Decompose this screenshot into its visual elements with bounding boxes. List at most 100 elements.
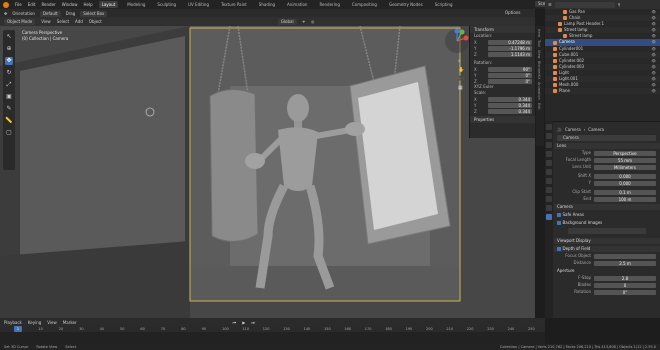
menu-window[interactable]: Window <box>62 2 78 7</box>
tab-view[interactable]: View <box>537 50 541 58</box>
camera-section-header[interactable]: Camera <box>554 204 660 210</box>
workspace-tab-rendering[interactable]: Rendering <box>316 1 342 8</box>
camera-view-icon[interactable]: 🎥 <box>458 76 466 82</box>
tab-tool[interactable]: Tool <box>537 40 541 47</box>
timeline-ruler[interactable]: 0102030405060708090100110120130140150160… <box>0 326 545 332</box>
object-tab-icon[interactable] <box>546 178 552 184</box>
select-tool-icon[interactable]: ↖ <box>5 33 13 41</box>
workspace-tab-shading[interactable]: Shading <box>256 1 278 8</box>
transform-tool-icon[interactable]: ▣ <box>5 93 13 101</box>
workspace-tab-texture-paint[interactable]: Texture Paint <box>218 1 250 8</box>
zoom-icon[interactable]: ⌕ <box>458 58 466 64</box>
type-dropdown[interactable]: Perspective <box>594 150 656 156</box>
focus-object-field[interactable] <box>594 253 656 259</box>
tab-animation[interactable]: Animation <box>537 82 541 100</box>
scale-y-field[interactable]: 0.344 <box>488 102 532 108</box>
navigation-gizmo[interactable] <box>444 28 470 54</box>
proportional-editing-icon[interactable]: ◎ <box>311 19 315 24</box>
tool-properties-tab-icon[interactable] <box>546 124 552 130</box>
aperture-label[interactable]: Aperture <box>554 268 660 274</box>
workspace-tab-sculpting[interactable]: Sculpting <box>154 1 179 8</box>
visibility-eye-icon[interactable]: 👁 <box>652 88 656 94</box>
object-mode-dropdown[interactable]: Object Mode <box>4 18 36 25</box>
rotation-x-field[interactable]: 90° <box>488 66 532 72</box>
fstop-field[interactable]: 2.8 <box>594 275 656 281</box>
menu-view[interactable]: View <box>47 320 57 325</box>
rotate-tool-icon[interactable]: ↻ <box>5 69 13 77</box>
rotation-y-field[interactable]: 0° <box>488 72 532 78</box>
menu-object[interactable]: Object <box>89 19 102 24</box>
workspace-tab-animation[interactable]: Animation <box>284 1 310 8</box>
add-cube-tool-icon[interactable]: ▢ <box>5 129 13 137</box>
dof-checkbox[interactable] <box>557 247 561 251</box>
lens-section-header[interactable]: Lens <box>554 143 660 149</box>
transform-global-dropdown[interactable]: Global <box>277 18 297 25</box>
background-images-checkbox[interactable] <box>557 221 561 225</box>
physics-tab-icon[interactable] <box>546 196 552 202</box>
menu-keying[interactable]: Keying <box>28 320 41 325</box>
workspace-tab-modeling[interactable]: Modeling <box>124 1 148 8</box>
world-tab-icon[interactable] <box>546 169 552 175</box>
add-image-button[interactable] <box>568 228 646 234</box>
scene-tab-icon[interactable] <box>546 160 552 166</box>
blender-logo-icon[interactable] <box>3 1 9 8</box>
focal-length-field[interactable]: 55 mm <box>594 157 656 163</box>
snap-icon[interactable]: ⌖ <box>303 19 305 24</box>
shift-x-field[interactable]: 0.000 <box>594 173 656 179</box>
play-icon[interactable]: ▶ <box>242 320 245 325</box>
output-properties-tab-icon[interactable] <box>546 142 552 148</box>
scale-z-field[interactable]: 0.344 <box>488 108 532 114</box>
cursor-tool-icon[interactable]: ⊕ <box>5 45 13 53</box>
outliner-row[interactable]: Plane 👁 <box>545 88 660 95</box>
rotation-field[interactable]: 0° <box>594 289 656 295</box>
menu-file[interactable]: File <box>15 2 22 7</box>
lens-unit-dropdown[interactable]: Millimeters <box>594 164 656 170</box>
menu-playback[interactable]: Playback <box>4 320 22 325</box>
outliner-search-input[interactable] <box>554 1 615 8</box>
properties-section-header[interactable]: Properties <box>470 116 535 123</box>
workspace-tab-scripting[interactable]: Scripting <box>432 1 456 8</box>
menu-edit[interactable]: Edit <box>28 2 36 7</box>
rotation-z-field[interactable]: 0° <box>488 78 532 84</box>
menu-render[interactable]: Render <box>41 2 55 7</box>
menu-add[interactable]: Add <box>75 19 83 24</box>
jump-start-icon[interactable]: ⏮ <box>233 320 237 325</box>
clip-start-field[interactable]: 0.1 m <box>594 189 656 195</box>
3d-viewport[interactable] <box>0 26 535 318</box>
location-y-field[interactable]: -1.1796 m <box>488 45 532 51</box>
viewport-display-header[interactable]: Viewport Display <box>554 238 660 244</box>
camera-data-tab-icon[interactable] <box>546 214 552 220</box>
workspace-tab-geometry-nodes[interactable]: Geometry Nodes <box>386 1 426 8</box>
menu-help[interactable]: Help <box>83 2 92 7</box>
move-tool-icon[interactable]: ✥ <box>4 11 7 16</box>
tab-edit[interactable]: Edit <box>537 103 541 110</box>
transform-section-header[interactable]: Transform <box>470 26 535 33</box>
orientation-dropdown[interactable]: Default <box>39 10 61 17</box>
view-layer-tab-icon[interactable] <box>546 151 552 157</box>
measure-tool-icon[interactable]: 📏 <box>5 117 13 125</box>
location-x-field[interactable]: 0.47248 m <box>488 39 532 45</box>
annotate-tool-icon[interactable]: ✎ <box>5 105 13 113</box>
drag-dropdown[interactable]: Select Box <box>80 10 108 17</box>
camera-name-field[interactable]: Camera <box>557 135 656 141</box>
safe-areas-checkbox[interactable] <box>557 213 561 217</box>
current-frame-playhead[interactable]: 1 <box>14 326 22 332</box>
tab-item[interactable]: Item <box>537 29 541 37</box>
menu-marker[interactable]: Marker <box>63 320 77 325</box>
shift-y-field[interactable]: 0.000 <box>594 180 656 186</box>
modifier-tab-icon[interactable] <box>546 187 552 193</box>
clip-end-field[interactable]: 100 m <box>594 196 656 202</box>
workspace-tab-layout[interactable]: Layout <box>98 1 119 8</box>
workspace-tab-compositing[interactable]: Compositing <box>349 1 380 8</box>
menu-view[interactable]: View <box>41 19 51 24</box>
options-dropdown[interactable]: Options <box>505 10 520 15</box>
grid-view-icon[interactable]: ▦ <box>458 85 466 91</box>
constraints-tab-icon[interactable] <box>546 205 552 211</box>
location-z-field[interactable]: 1.1143 m <box>488 51 532 57</box>
scale-x-field[interactable]: 0.344 <box>488 96 532 102</box>
move-tool-icon[interactable]: ✥ <box>5 57 13 65</box>
menu-select[interactable]: Select <box>57 19 69 24</box>
render-properties-tab-icon[interactable] <box>546 133 552 139</box>
jump-end-icon[interactable]: ⏭ <box>251 320 255 325</box>
tab-blenderkit[interactable]: BlenderKit <box>537 61 541 79</box>
